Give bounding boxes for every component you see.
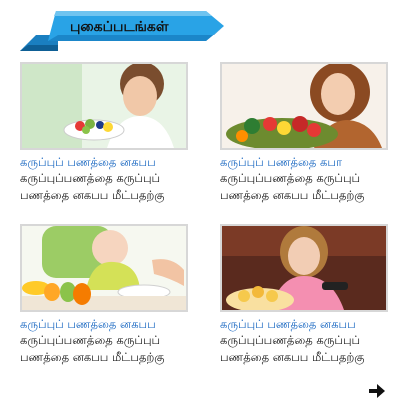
photo-thumbnail-woman-with-vegetables[interactable] — [220, 62, 388, 150]
photo-card-desc-line2: பணத்தை னகபப மீட்பதற்கு — [220, 349, 365, 364]
arrow-right-icon[interactable] — [368, 383, 386, 399]
photo-thumbnail-woman-eating-salad[interactable] — [20, 62, 188, 150]
photo-card[interactable]: கருப்புப் பணத்தை கபா கருப்புப்பணத்தை கரு… — [220, 62, 388, 203]
section-banner: புகைப்படங்கள் — [18, 5, 226, 55]
photo-thumbnail-girl-with-chips-remote[interactable] — [220, 224, 388, 312]
photo-card-desc-line1: கருப்புப்பணத்தை கருப்புப் — [220, 171, 361, 185]
photo-card-desc-line1: கருப்புப்பணத்தை கருப்புப் — [20, 333, 161, 347]
photo-card-title[interactable]: கருப்புப் பணத்தை கபா — [220, 154, 388, 170]
photo-card[interactable]: கருப்புப் பணத்தை னகபப கருப்புப்பணத்தை கர… — [20, 62, 188, 203]
photo-card-desc-line2: பணத்தை னகபப மீட்பதற்கு — [20, 349, 165, 364]
photo-card-title[interactable]: கருப்புப் பணத்தை னகபப — [220, 316, 388, 332]
photo-card-desc-line1: கருப்புப்பணத்தை கருப்புப் — [220, 333, 361, 347]
photo-card[interactable]: கருப்புப் பணத்தை னகபப கருப்புப்பணத்தை கர… — [20, 224, 188, 365]
section-title: புகைப்படங்கள் — [70, 19, 169, 35]
photo-card[interactable]: கருப்புப் பணத்தை னகபப கருப்புப்பணத்தை கர… — [220, 224, 388, 365]
photo-thumbnail-baby-with-fruits[interactable] — [20, 224, 188, 312]
photo-card-desc-line2: பணத்தை னகபப மீட்பதற்கு — [20, 187, 165, 202]
photo-card-title[interactable]: கருப்புப் பணத்தை னகபப — [20, 154, 188, 170]
photo-card-title[interactable]: கருப்புப் பணத்தை னகபப — [20, 316, 188, 332]
photo-card-desc-line1: கருப்புப்பணத்தை கருப்புப் — [20, 171, 161, 185]
photo-card-desc-line2: பணத்தை னகபப மீட்பதற்கு — [220, 187, 365, 202]
